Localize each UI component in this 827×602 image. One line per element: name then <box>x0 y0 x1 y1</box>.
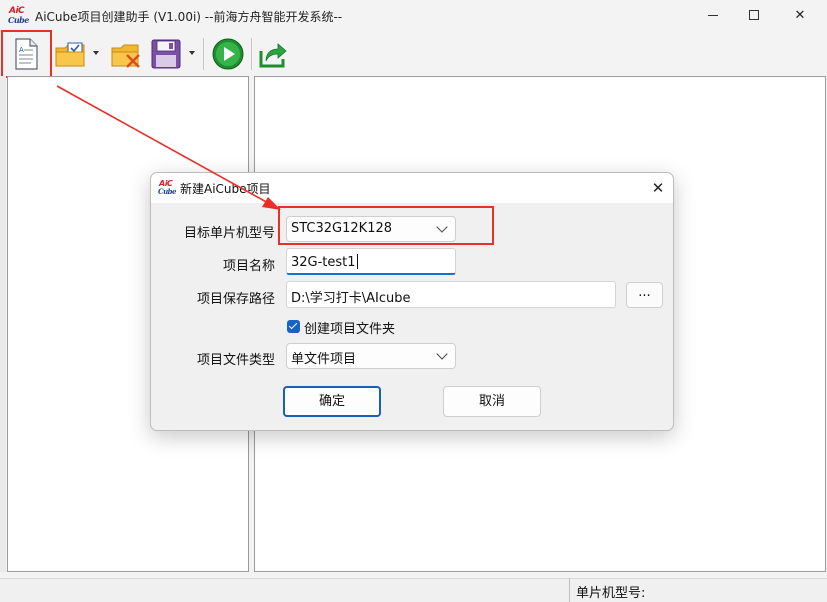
save-path-input[interactable]: D:\学习打卡\AIcube <box>286 281 616 308</box>
app-logo-icon: AiC Cube <box>8 6 30 26</box>
annotation-highlight-box <box>278 206 494 245</box>
save-project-button[interactable] <box>149 36 183 72</box>
left-edge-bar <box>0 76 6 572</box>
close-icon: ✕ <box>651 179 665 197</box>
status-mcu-label: 单片机型号: <box>576 586 646 601</box>
create-folder-checkbox[interactable] <box>287 320 300 333</box>
status-divider <box>569 578 570 602</box>
run-button[interactable] <box>210 36 246 72</box>
toolbar-separator <box>251 38 252 70</box>
open-folder-check-icon <box>55 42 85 67</box>
dialog-title-bar: AiC Cube 新建AiCube项目 ✕ <box>151 173 673 203</box>
file-type-select[interactable]: 单文件项目 <box>286 343 456 369</box>
project-name-input[interactable]: 32G-test1 <box>286 248 456 275</box>
browse-path-button[interactable]: ... <box>626 282 663 308</box>
text-caret <box>356 254 358 269</box>
save-path-label: 项目保存路径 <box>196 292 275 307</box>
window-title: AiCube项目创建助手 (V1.00i) --前海方舟智能开发系统-- <box>35 10 343 24</box>
run-play-icon <box>212 38 244 70</box>
export-share-icon <box>259 43 287 68</box>
save-disk-icon <box>151 39 181 69</box>
maximize-button[interactable] <box>731 0 777 30</box>
project-name-value: 32G-test1 <box>291 255 356 270</box>
cancel-button[interactable]: 取消 <box>443 386 541 417</box>
minimize-button[interactable] <box>690 0 736 30</box>
file-type-label: 项目文件类型 <box>196 353 275 368</box>
dialog-title: 新建AiCube项目 <box>180 182 271 196</box>
close-window-button[interactable]: ✕ <box>777 0 823 30</box>
close-project-button[interactable] <box>109 36 143 72</box>
dialog-close-button[interactable]: ✕ <box>649 179 667 197</box>
dialog-logo-bottom: Cube <box>158 187 177 196</box>
annotation-highlight-box <box>1 30 52 78</box>
save-path-value: D:\学习打卡\AIcube <box>291 291 411 306</box>
maximize-icon <box>749 10 759 20</box>
open-project-button[interactable] <box>53 36 87 72</box>
minimize-icon <box>708 14 718 16</box>
project-name-label: 项目名称 <box>222 259 275 274</box>
mcu-model-label: 目标单片机型号 <box>183 226 275 241</box>
dialog-logo-icon: AiC Cube <box>158 179 178 197</box>
create-folder-label[interactable]: 创建项目文件夹 <box>304 318 395 337</box>
ok-button[interactable]: 确定 <box>283 386 381 417</box>
open-dropdown-icon[interactable] <box>93 51 99 55</box>
save-dropdown-icon[interactable] <box>189 51 195 55</box>
file-type-value: 单文件项目 <box>291 352 357 367</box>
chevron-down-icon <box>436 348 448 360</box>
export-button[interactable] <box>256 36 290 72</box>
toolbar: A <box>0 32 827 76</box>
close-icon: ✕ <box>794 7 806 23</box>
status-bar <box>0 578 827 602</box>
toolbar-separator <box>203 38 204 70</box>
title-bar: AiC Cube AiCube项目创建助手 (V1.00i) --前海方舟智能开… <box>0 0 827 32</box>
close-folder-icon <box>111 44 140 68</box>
app-logo-bottom: Cube <box>8 15 29 25</box>
